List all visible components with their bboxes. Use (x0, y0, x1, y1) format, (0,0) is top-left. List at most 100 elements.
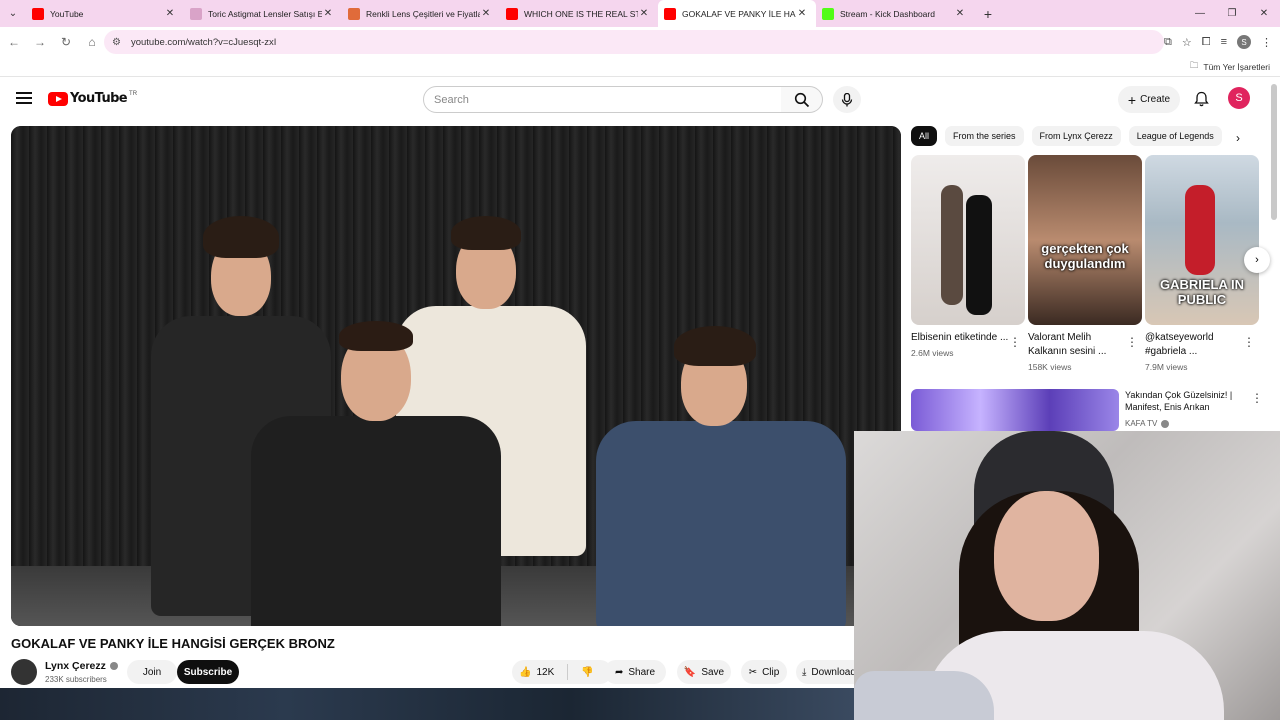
download-label: Download (811, 666, 856, 678)
channel-name[interactable]: Lynx Çerezz (45, 660, 118, 672)
home-icon[interactable]: ⌂ (80, 30, 104, 54)
extensions-icon[interactable]: ⧠ (1202, 36, 1211, 49)
site-info-icon[interactable]: ⚙ (112, 37, 121, 48)
all-bookmarks-button[interactable]: 🗀 Tüm Yer İşaretleri (1190, 60, 1270, 74)
dislike-icon[interactable]: 👎 (581, 667, 593, 678)
more-options-icon[interactable]: ⋮ (1009, 335, 1021, 349)
youtube-header: YouTube TR Search + Create S (0, 80, 1280, 120)
channel-name-text: Lynx Çerezz (45, 660, 106, 672)
short-caption: GABRIELA IN PUBLIC (1159, 277, 1245, 307)
webcam-overlay (854, 431, 1280, 720)
browser-tab[interactable]: Toric Astigmat Lensler Satışı En ✕ (184, 0, 342, 27)
minimize-icon[interactable]: — (1184, 0, 1216, 27)
browser-tab[interactable]: Renkli Lens Çeşitleri ve Fiyatları ✕ (342, 0, 500, 27)
browser-menu-icon[interactable]: ⋮ (1261, 36, 1272, 49)
subscribe-label: Subscribe (183, 666, 233, 678)
youtube-play-icon (48, 91, 68, 106)
more-options-icon[interactable]: ⋮ (1126, 335, 1138, 349)
close-tab-icon[interactable]: ✕ (164, 8, 176, 19)
browser-profile-avatar[interactable]: S (1237, 35, 1251, 49)
bookmark-icon: 🔖 (683, 666, 697, 678)
share-button[interactable]: ➦ Share (604, 660, 666, 684)
recommended-channel: KAFA TV (1125, 419, 1170, 428)
menu-icon[interactable] (16, 92, 32, 106)
notifications-button[interactable] (1190, 88, 1212, 110)
close-tab-icon[interactable]: ✕ (480, 8, 492, 19)
search-button[interactable] (781, 86, 823, 113)
close-tab-icon[interactable]: ✕ (954, 8, 966, 19)
like-count[interactable]: 12K (536, 667, 554, 678)
short-caption: gerçekten çok duygulandım (1041, 241, 1129, 271)
lens-favicon-icon (190, 7, 202, 20)
browser-tab[interactable]: YouTube ✕ (26, 0, 184, 27)
filter-chip[interactable]: From the series (945, 126, 1024, 146)
browser-tab[interactable]: WHICH ONE IS THE REAL STAN✕ (500, 0, 658, 27)
short-card[interactable]: Elbisenin etiketinde ... 2.6M views ⋮ (911, 155, 1025, 358)
close-tab-icon[interactable]: ✕ (322, 8, 334, 19)
search-input[interactable]: Search (423, 86, 782, 113)
create-button[interactable]: + Create (1118, 86, 1180, 113)
bookmark-star-icon[interactable]: ☆ (1182, 36, 1192, 49)
microphone-icon (841, 92, 853, 106)
like-dislike-group: 👍 12K 👎 (512, 660, 612, 684)
tab-title: GOKALAF VE PANKY İLE HANGİ (682, 8, 796, 19)
close-tab-icon[interactable]: ✕ (638, 8, 650, 19)
short-title: Elbisenin etiketinde ... (911, 332, 1009, 343)
short-title: @katseyeworld #gabriela ... (1145, 332, 1214, 357)
short-card[interactable]: GABRIELA IN PUBLIC @katseyeworld #gabrie… (1145, 155, 1259, 372)
recommended-title: Yakından Çok Güzelsiniz! | Manifest, Eni… (1125, 390, 1233, 412)
short-card[interactable]: gerçekten çok duygulandım Valorant Melih… (1028, 155, 1142, 372)
more-options-icon[interactable]: ⋮ (1251, 391, 1263, 405)
clip-button[interactable]: ✂ Clip (741, 660, 787, 684)
filter-chips: All From the series From Lynx Çerezz League… (911, 126, 1261, 146)
filter-chip[interactable]: From Lynx Çerezz (1031, 126, 1121, 146)
shorts-next-button[interactable]: › (1244, 247, 1270, 273)
voice-search-button[interactable] (833, 86, 861, 113)
close-window-icon[interactable]: ✕ (1248, 0, 1280, 27)
account-avatar[interactable]: S (1228, 87, 1250, 109)
youtube-logo[interactable]: YouTube TR (48, 91, 137, 106)
join-button[interactable]: Join (127, 660, 177, 684)
video-title: GOKALAF VE PANKY İLE HANGİSİ GERÇEK BRON… (11, 636, 335, 651)
page-scrollbar[interactable] (1271, 84, 1277, 220)
url-input[interactable]: ⚙ youtube.com/watch?v=cJuesqt-zxI (104, 30, 1164, 54)
stream-overlay-strip (0, 688, 855, 720)
media-controls-icon[interactable]: ≡ (1221, 36, 1227, 48)
close-tab-icon[interactable]: ✕ (796, 8, 808, 19)
video-player[interactable] (11, 126, 901, 626)
subscriber-count: 233K subscribers (45, 675, 107, 684)
new-tab-button[interactable]: + (978, 6, 998, 22)
search-placeholder: Search (434, 93, 469, 106)
blanket (854, 671, 994, 720)
filter-chip[interactable]: League of Legends (1128, 126, 1222, 146)
install-app-icon[interactable]: ⧉ (1164, 36, 1172, 49)
restore-icon[interactable]: ❐ (1216, 0, 1248, 27)
forward-icon[interactable]: → (28, 30, 52, 54)
save-button[interactable]: 🔖 Save (677, 660, 731, 684)
share-label: Share (628, 666, 656, 678)
short-views: 158K views (1028, 362, 1072, 372)
recommended-video[interactable]: Yakından Çok Güzelsiniz! | Manifest, Eni… (911, 389, 1263, 431)
like-divider (567, 664, 569, 680)
address-bar-row: ← → ↻ ⌂ ⚙ youtube.com/watch?v=cJuesqt-zx… (0, 27, 1280, 57)
channel-row: Lynx Çerezz 233K subscribers Join Subscr… (11, 659, 868, 687)
tab-search-icon[interactable]: ⌄ (0, 0, 26, 27)
bell-icon (1193, 91, 1209, 107)
tab-title: Toric Astigmat Lensler Satışı En (208, 8, 322, 19)
search-icon (794, 92, 809, 107)
short-thumbnail (911, 155, 1025, 325)
download-icon: ⤓ (802, 666, 807, 678)
browser-tab[interactable]: GOKALAF VE PANKY İLE HANGİ✕ (658, 0, 816, 27)
browser-tab[interactable]: Stream - Kick Dashboard ✕ (816, 0, 974, 27)
bookmarks-bar: 🗀 Tüm Yer İşaretleri (0, 57, 1280, 77)
filter-chip[interactable]: All (911, 126, 938, 146)
more-options-icon[interactable]: ⋮ (1243, 335, 1255, 349)
folder-icon: 🗀 (1189, 60, 1199, 70)
like-icon[interactable]: 👍 (519, 667, 531, 678)
reload-icon[interactable]: ↻ (54, 30, 78, 54)
subscribe-button[interactable]: Subscribe (177, 660, 239, 684)
channel-avatar[interactable] (11, 659, 37, 685)
recommended-channel-name: KAFA TV (1125, 419, 1158, 428)
back-icon[interactable]: ← (2, 30, 26, 54)
chevron-right-icon[interactable]: › (1236, 131, 1240, 145)
